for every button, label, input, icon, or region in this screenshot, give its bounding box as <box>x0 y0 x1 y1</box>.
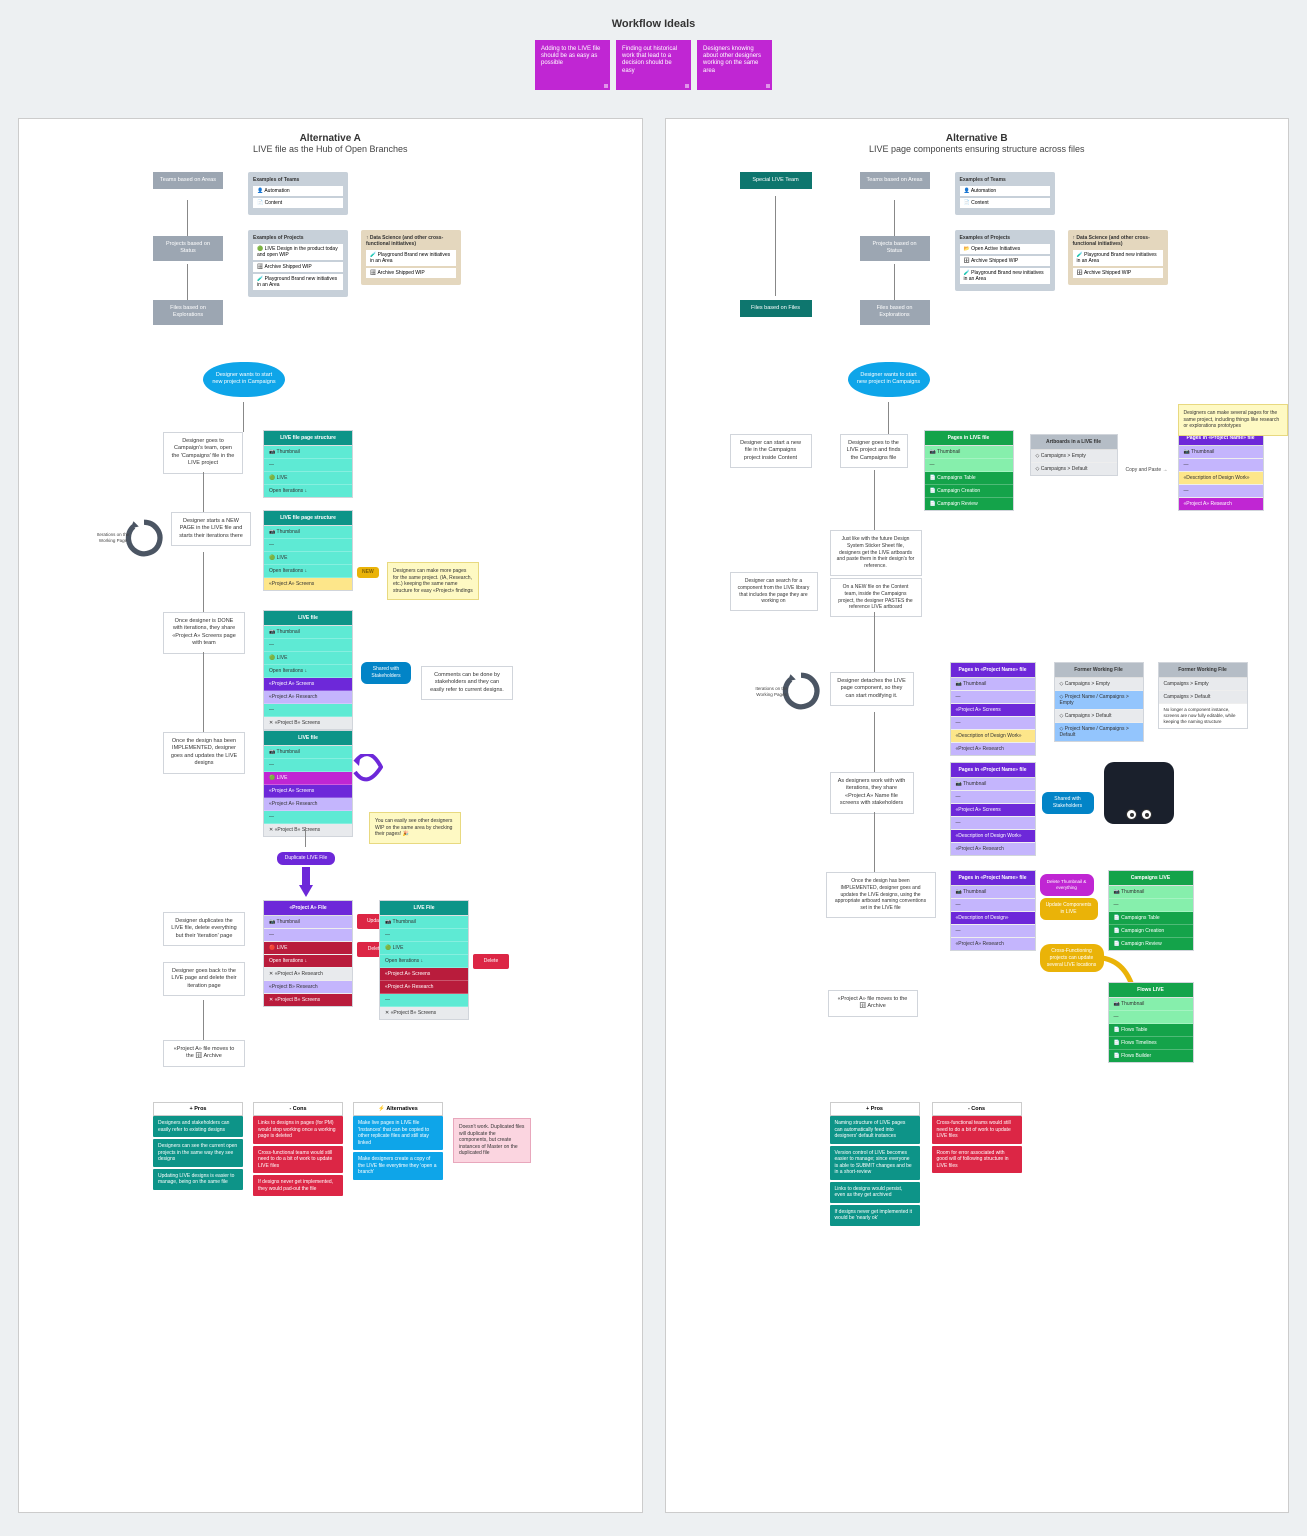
b-step-9: «Project A» file moves to the 🗄 Archive <box>828 990 918 1017</box>
shared-tag: Shared with Stakeholders <box>361 662 411 684</box>
teams-node-b: Teams based on Areas <box>860 172 930 189</box>
step-7: «Project A» file moves to the 🗄 Archive <box>163 1040 245 1067</box>
start-cloud-b: Designer wants to start new project in C… <box>848 362 930 397</box>
ex-teams-b: Examples of Teams 👤 Automation 📄 Content <box>955 172 1055 215</box>
b-step-4: Designer can search for a component from… <box>730 572 818 611</box>
ex-projects-card: Examples of Projects 🟢 LIVE Design in th… <box>248 230 348 297</box>
ideal-card-1: Adding to the LIVE file should be as eas… <box>535 40 610 90</box>
data-science-card: ↑ Data Science (and other cross-function… <box>361 230 461 285</box>
green-file: Pages in LIVE file 📷 Thumbnail — 📄 Campa… <box>924 430 1014 511</box>
ideal-card-2: Finding out historical work that lead to… <box>616 40 691 90</box>
dup-arrow-label: Duplicate LIVE File <box>277 852 335 865</box>
files-b-left: Files based on Files <box>740 300 812 317</box>
step-1: Designer goes to Campaign's team, open t… <box>163 432 243 474</box>
fwork-file-2: Former Working File Campaigns > Empty Ca… <box>1158 662 1248 729</box>
data-science-b: ↑ Data Science (and other cross-function… <box>1068 230 1168 285</box>
pur-file-4: Pages in «Project Name» file 📷 Thumbnail… <box>950 870 1036 951</box>
alternatives-list: ⚡ Alternatives Make live pages in LIVE f… <box>353 1102 443 1182</box>
file-struct-4: LIVE file 📷 Thumbnail — 🟢 LIVE «Project … <box>263 730 353 837</box>
alt-a-title: Alternative A <box>33 133 628 144</box>
ex-projects-b: Examples of Projects 📂 Open Active Initi… <box>955 230 1055 291</box>
alt-a-subtitle: LIVE file as the Hub of Open Branches <box>33 144 628 154</box>
sticky-1: Designers can make more pages for the sa… <box>387 562 479 600</box>
alt-b-title: Alternative B <box>680 133 1275 144</box>
pros-list-b: + Pros Naming structure of LIVE pages ca… <box>830 1102 920 1228</box>
flow-live: Flows LIVE 📷 Thumbnail — 📄 Flows Table 📄… <box>1108 982 1194 1063</box>
copy-paste-label: Copy and Paste → <box>1120 467 1174 474</box>
ideal-card-3: Designers knowing about other designers … <box>697 40 772 90</box>
sticky-top-b: Designers can make several pages for the… <box>1178 404 1288 436</box>
y-bubble: Cross-Functioning projects can update se… <box>1040 944 1104 972</box>
teams-node: Teams based on Areas <box>153 172 223 189</box>
b-step-6: Designer detaches the LIVE page componen… <box>830 672 914 706</box>
ideals-row: Adding to the LIVE file should be as eas… <box>18 40 1289 90</box>
sticky-2: Comments can be done by stakeholders and… <box>421 666 513 700</box>
b-step-7: As designers work with with iterations, … <box>830 772 914 814</box>
alt-b-subtitle: LIVE page components ensuring structure … <box>680 144 1275 154</box>
file-struct-3: LIVE file 📷 Thumbnail — 🟢 LIVE Open Iter… <box>263 610 353 730</box>
step-5: Designer duplicates the LIVE file, delet… <box>163 912 245 946</box>
cons-list: - Cons Links to designs in pages (for PM… <box>253 1102 343 1198</box>
delete-tag-2: Delete <box>473 954 509 969</box>
pur-file-1: Pages in «Project Name» file 📷 Thumbnail… <box>1178 430 1264 511</box>
projects-node: Projects based on Status <box>153 236 223 261</box>
pur-file-2: Pages in «Project Name» file 📷 Thumbnail… <box>950 662 1036 756</box>
files-node: Files based on Explorations <box>153 300 223 325</box>
alt-note: Doesn't work. Duplicated files will dupl… <box>453 1118 531 1163</box>
pur-file-3: Pages in «Project Name» file 📷 Thumbnail… <box>950 762 1036 856</box>
special-team: Special LIVE Team <box>740 172 812 189</box>
cons-list-b: - Cons Cross-functional teams would stil… <box>932 1102 1022 1175</box>
file-struct-1: LIVE file page structure 📷 Thumbnail — 🟢… <box>263 430 353 498</box>
del-ref-tag: Delete Thumbnail & everything <box>1040 874 1094 896</box>
file-proj-a: «Project A» File 📷 Thumbnail — 🔴 LIVE Op… <box>263 900 353 1007</box>
step-6: Designer goes back to the LIVE page and … <box>163 962 245 996</box>
start-cloud: Designer wants to start new project in C… <box>203 362 285 397</box>
step-3: Once designer is DONE with iterations, t… <box>163 612 245 654</box>
sticky-3: You can easily see other designers WIP o… <box>369 812 461 844</box>
b-step-1: Designer can start a new file in the Cam… <box>730 434 812 468</box>
projects-node-b: Projects based on Status <box>860 236 930 261</box>
share-tag-b: Shared with Stakeholders <box>1042 792 1094 814</box>
b-step-2: Designer goes to the LIVE project and fi… <box>840 434 908 468</box>
new-tag: NEW <box>357 567 379 578</box>
fwork-file: Former Working File ◇ Campaigns > Empty … <box>1054 662 1144 742</box>
page-title: Workflow Ideals <box>18 18 1289 30</box>
files-node-b: Files based on Explorations <box>860 300 930 325</box>
step-4: Once the design has been IMPLEMENTED, de… <box>163 732 245 774</box>
file-live-6: LIVE File 📷 Thumbnail — 🟢 LIVE Open Iter… <box>379 900 469 1020</box>
update-comp-tag: Update Components in LIVE <box>1040 898 1098 920</box>
pros-list: + Pros Designers and stakeholders can ea… <box>153 1102 243 1192</box>
alt-a-panel: Alternative A LIVE file as the Hub of Op… <box>18 118 643 1513</box>
camp-live: Campaigns LIVE 📷 Thumbnail — 📄 Campaigns… <box>1108 870 1194 951</box>
loop-label-b: Iterations on the Working Pages <box>752 686 792 698</box>
file-struct-2: LIVE file page structure 📷 Thumbnail — 🟢… <box>263 510 353 591</box>
loop-label: Iterations on the Working Page <box>93 532 133 544</box>
step-2: Designer starts a NEW PAGE in the LIVE f… <box>171 512 251 546</box>
avatar-icon <box>1104 762 1174 824</box>
ex-teams-card: Examples of Teams 👤 Automation 📄 Content <box>248 172 348 215</box>
b-step-5: On a NEW file on the Content team, insid… <box>830 578 922 617</box>
alt-b-panel: Alternative B LIVE page components ensur… <box>665 118 1290 1513</box>
b-step-8: Once the design has been IMPLEMENTED, de… <box>826 872 936 918</box>
b-step-3: Just like with the future Design System … <box>830 530 922 576</box>
ab-file: Artboards in a LIVE file ◇ Campaigns > E… <box>1030 434 1118 476</box>
